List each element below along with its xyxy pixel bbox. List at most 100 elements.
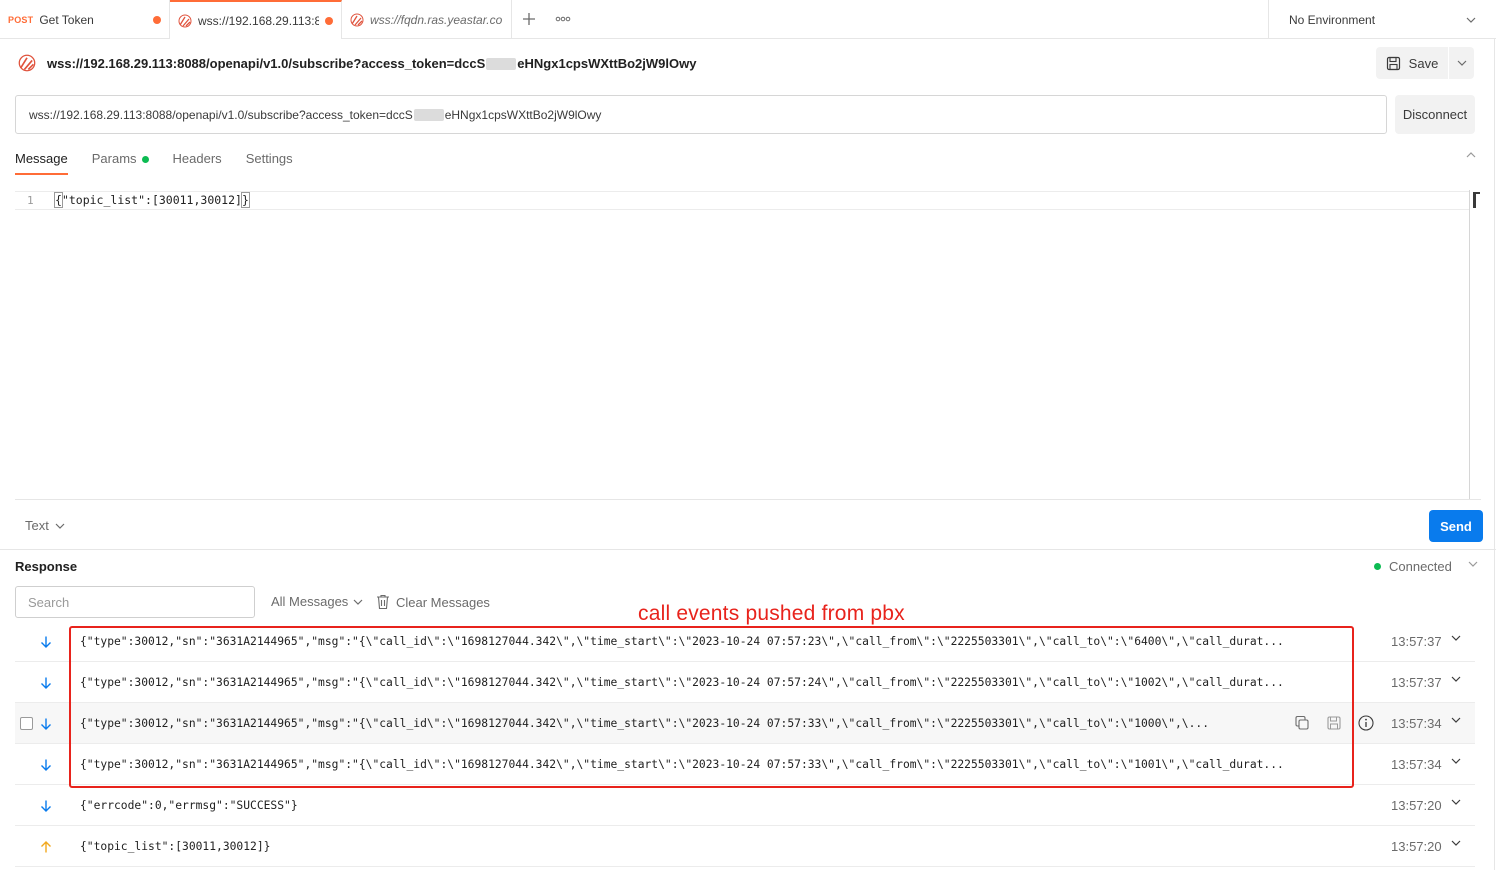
message-text: {"type":30012,"sn":"3631A2144965","msg":…	[80, 676, 1284, 689]
request-title-prefix: wss://192.168.29.113:8088/openapi/v1.0/s…	[47, 55, 486, 71]
connection-status: Connected	[1374, 559, 1452, 574]
message-text: {"type":30012,"sn":"3631A2144965","msg":…	[80, 717, 1210, 730]
chevron-down-icon	[353, 599, 363, 605]
message-row[interactable]: {"type":30012,"sn":"3631A2144965","msg":…	[15, 744, 1475, 785]
message-text: {"type":30012,"sn":"3631A2144965","msg":…	[80, 758, 1284, 771]
tab-get-token[interactable]: POST Get Token	[0, 0, 170, 39]
arrow-down-icon	[41, 636, 51, 648]
chevron-down-icon[interactable]	[1451, 840, 1461, 846]
message-editor[interactable]: 1 {"topic_list":[30011,30012]}	[15, 190, 1481, 500]
message-text: {"type":30012,"sn":"3631A2144965","msg":…	[80, 635, 1284, 648]
message-row[interactable]: {"type":30012,"sn":"3631A2144965","msg":…	[15, 662, 1475, 703]
message-filter-dropdown[interactable]: All Messages	[271, 594, 363, 609]
save-message-icon[interactable]	[1326, 715, 1342, 731]
plus-icon	[523, 13, 535, 25]
environment-label: No Environment	[1289, 12, 1376, 27]
copy-icon[interactable]	[1294, 715, 1310, 731]
info-icon[interactable]	[1358, 715, 1374, 731]
new-tab-button[interactable]	[512, 0, 546, 38]
websocket-icon	[178, 14, 192, 27]
right-edge-divider	[1494, 39, 1495, 870]
more-tabs-button[interactable]	[546, 0, 580, 38]
format-selector[interactable]: Text	[25, 518, 65, 533]
request-header: wss://192.168.29.113:8088/openapi/v1.0/s…	[15, 50, 696, 76]
websocket-request-icon	[15, 51, 39, 75]
tab-message[interactable]: Message	[15, 147, 68, 175]
tab-websocket-fqdn[interactable]: wss://fqdn.ras.yeastar.co	[342, 0, 512, 39]
arrow-down-icon	[41, 718, 51, 730]
send-button[interactable]: Send	[1429, 510, 1483, 542]
tab-method-badge: POST	[8, 14, 34, 25]
message-checkbox[interactable]	[20, 717, 33, 730]
message-time: 13:57:37	[1391, 634, 1442, 649]
message-text: {"errcode":0,"errmsg":"SUCCESS"}	[80, 799, 298, 812]
chevron-down-icon[interactable]	[1451, 676, 1461, 682]
search-input[interactable]	[28, 594, 242, 610]
tab-label: Get Token	[39, 12, 94, 27]
websocket-icon	[350, 13, 364, 26]
divider	[0, 549, 1496, 550]
close-brace: }	[240, 192, 250, 208]
message-row[interactable]: {"type":30012,"sn":"3631A2144965","msg":…	[15, 621, 1475, 662]
message-time: 13:57:20	[1391, 798, 1442, 813]
unsaved-dot	[325, 16, 333, 25]
tab-headers[interactable]: Headers	[173, 147, 222, 175]
message-text: {"topic_list":[30011,30012]}	[80, 840, 271, 853]
params-indicator-dot	[141, 156, 149, 163]
chevron-down-icon	[1466, 17, 1476, 23]
url-suffix: eHNgx1cpsWXttBo2jW9lOwy	[444, 107, 602, 122]
clear-messages-button[interactable]: Clear Messages	[376, 594, 490, 610]
search-field[interactable]	[15, 586, 255, 618]
editor-scroll-track[interactable]	[1469, 190, 1470, 499]
request-subtabs: Message Params Headers Settings	[15, 147, 293, 175]
tab-params-label: Params	[91, 151, 137, 166]
editor-code[interactable]: {"topic_list":[30011,30012]}	[54, 192, 250, 208]
editor-body: "topic_list":[30011,30012]	[61, 193, 242, 207]
clear-messages-label: Clear Messages	[396, 594, 490, 610]
message-row[interactable]: {"topic_list":[30011,30012]} 13:57:20	[15, 826, 1475, 867]
chevron-down-icon	[55, 523, 65, 529]
chevron-down-icon[interactable]	[1451, 758, 1461, 764]
filter-label: All Messages	[271, 594, 349, 609]
save-group: Save	[1376, 47, 1474, 79]
tab-label: wss://192.168.29.113:8(	[198, 13, 319, 28]
line-number: 1	[27, 194, 34, 207]
url-input[interactable]: wss://192.168.29.113:8088/openapi/v1.0/s…	[15, 95, 1387, 134]
arrow-down-icon	[41, 759, 51, 771]
message-time: 13:57:37	[1391, 675, 1442, 690]
url-prefix: wss://192.168.29.113:8088/openapi/v1.0/s…	[29, 107, 413, 122]
save-label: Save	[1408, 55, 1439, 71]
chevron-down-icon[interactable]	[1468, 561, 1478, 567]
save-button[interactable]: Save	[1376, 47, 1448, 79]
format-label: Text	[25, 518, 49, 533]
response-title: Response	[15, 559, 78, 574]
chevron-down-icon	[1457, 60, 1466, 66]
save-options-button[interactable]	[1448, 47, 1474, 79]
unsaved-dot	[153, 15, 161, 24]
chevron-down-icon[interactable]	[1451, 799, 1461, 805]
trash-icon	[377, 594, 389, 610]
message-time: 13:57:34	[1391, 757, 1442, 772]
status-label: Connected	[1389, 559, 1452, 574]
chevron-down-icon[interactable]	[1451, 717, 1461, 723]
redacted-token	[486, 58, 517, 71]
chevron-down-icon[interactable]	[1451, 635, 1461, 641]
message-row[interactable]: {"errcode":0,"errmsg":"SUCCESS"} 13:57:2…	[15, 785, 1475, 826]
chevron-up-icon[interactable]	[1466, 152, 1476, 158]
request-title[interactable]: wss://192.168.29.113:8088/openapi/v1.0/s…	[47, 56, 696, 71]
save-icon	[1386, 56, 1400, 70]
arrow-down-icon	[41, 677, 51, 689]
arrow-down-icon	[41, 800, 51, 812]
request-title-suffix: eHNgx1cpsWXttBo2jW9lOwy	[517, 55, 697, 71]
status-dot	[1374, 563, 1381, 570]
redacted-token	[413, 108, 444, 121]
tab-settings[interactable]: Settings	[246, 147, 293, 175]
tab-params[interactable]: Params	[92, 147, 149, 175]
tab-websocket-active[interactable]: wss://192.168.29.113:8(	[170, 0, 342, 39]
message-time: 13:57:34	[1391, 716, 1442, 731]
disconnect-button[interactable]: Disconnect	[1395, 95, 1475, 134]
editor-scroll-marker	[1473, 192, 1480, 208]
environment-selector[interactable]: No Environment	[1268, 0, 1496, 39]
open-brace: {	[54, 192, 63, 208]
message-row[interactable]: {"type":30012,"sn":"3631A2144965","msg":…	[15, 703, 1475, 744]
